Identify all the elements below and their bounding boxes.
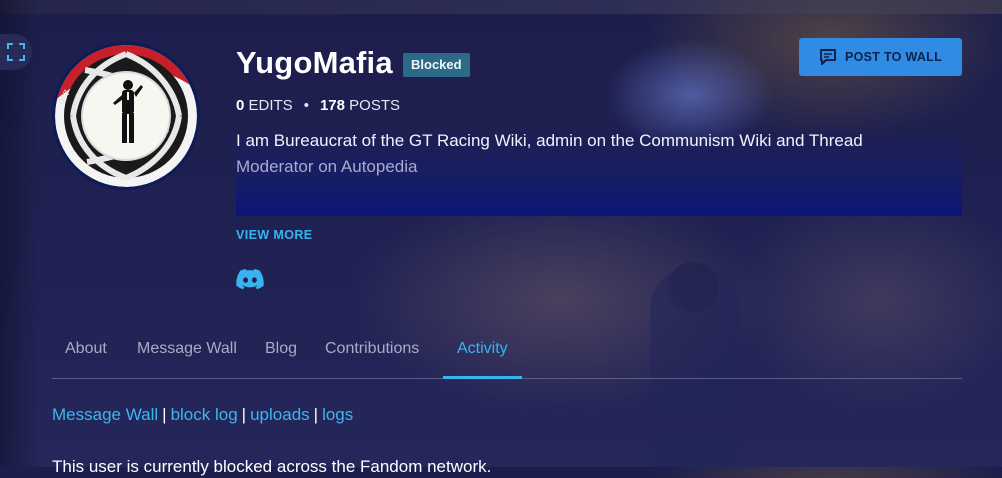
tab-blog[interactable]: Blog xyxy=(265,332,297,378)
uploads-link[interactable]: uploads xyxy=(250,405,310,424)
profile-tabs: About Message Wall Blog Contributions Ac… xyxy=(52,332,962,379)
view-more-link[interactable]: VIEW MORE xyxy=(236,228,313,242)
profile-stats: 0 EDITS • 178 POSTS xyxy=(236,95,400,117)
posts-count: 178 xyxy=(319,97,345,114)
link-separator: | xyxy=(313,405,319,424)
tab-message-wall[interactable]: Message Wall xyxy=(137,332,237,378)
tab-about[interactable]: About xyxy=(65,332,107,378)
logs-link[interactable]: logs xyxy=(322,405,353,424)
link-separator: | xyxy=(162,405,167,424)
user-links: Message Wall | block log | uploads | logs xyxy=(52,402,353,428)
background-left-shade xyxy=(0,0,40,467)
profile-username: YugoMafia xyxy=(236,45,393,80)
link-separator: | xyxy=(241,405,247,424)
post-to-wall-label: POST TO WALL xyxy=(844,50,943,64)
tab-contributions[interactable]: Contributions xyxy=(325,332,419,378)
posts-label: POSTS xyxy=(349,97,401,114)
avatar[interactable]: 007 xyxy=(52,42,200,190)
edits-count: 0 xyxy=(236,97,245,114)
message-bubble-icon xyxy=(819,49,836,65)
edits-label: EDITS xyxy=(248,97,293,114)
discord-link[interactable] xyxy=(236,268,264,290)
blocked-notice: This user is currently blocked across th… xyxy=(52,457,492,476)
expand-icon xyxy=(7,43,25,61)
discord-icon xyxy=(236,269,264,290)
bio-text-line-1: I am Bureaucrat of the GT Racing Wiki, a… xyxy=(236,131,863,150)
background-top-band xyxy=(0,0,1002,14)
stats-separator: • xyxy=(303,97,309,114)
post-to-wall-button[interactable]: POST TO WALL xyxy=(799,38,962,76)
bio-text-line-2: Moderator on Autopedia xyxy=(236,157,418,176)
avatar-image: 007 xyxy=(55,45,197,187)
block-log-link[interactable]: block log xyxy=(171,405,238,424)
status-badge: Blocked xyxy=(403,53,470,77)
tab-activity[interactable]: Activity xyxy=(443,332,522,379)
message-wall-link[interactable]: Message Wall xyxy=(52,405,158,424)
